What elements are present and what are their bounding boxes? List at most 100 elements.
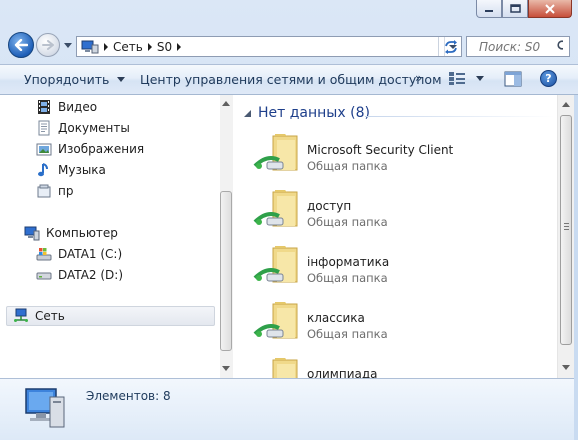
details-pane: Элементов: 8 [0,378,574,440]
nav-item-music[interactable]: Музыка [36,160,106,180]
nav-item-label: Изображения [58,142,145,156]
arrow-right-icon [42,40,54,50]
close-icon [545,3,555,14]
nav-item-label: DATA1 (C:) [58,247,123,261]
maximize-icon [509,4,521,13]
caption-buttons [476,0,572,20]
search-box[interactable] [466,36,570,57]
list-item[interactable]: доступ Общая папка [253,188,543,242]
nav-item-documents[interactable]: Документы [36,118,130,138]
nav-item-drive-d[interactable]: DATA2 (D:) [36,265,123,285]
network-icon [81,40,99,53]
drive-icon [36,267,52,283]
group-divider [365,116,555,117]
minimize-button[interactable] [476,0,502,18]
shared-folder-icon [253,134,298,171]
list-item[interactable]: інформатика Общая папка [253,244,543,298]
recent-pages-icon[interactable] [63,40,73,50]
close-button[interactable] [528,0,572,18]
nav-item-video[interactable]: Видео [36,97,97,117]
refresh-button[interactable] [438,37,463,56]
command-bar: Упорядочить Центр управления сетями и об… [0,64,578,95]
breadcrumb-network[interactable]: Сеть [113,40,143,54]
help-button[interactable]: ? [540,70,557,87]
preview-pane-icon [504,71,522,87]
back-button[interactable] [8,32,34,58]
search-input[interactable] [477,38,557,55]
collapse-triangle-icon [244,109,251,117]
view-options-icon [449,72,465,85]
item-name: інформатика [307,255,390,269]
grip-icon [564,223,569,231]
file-list: Нет данных (8) Microsoft Security Client… [235,95,557,378]
arrow-left-icon [14,39,28,51]
network-center-button[interactable]: Центр управления сетями и общим доступом [140,72,442,87]
list-item[interactable]: олимпиада Общая папка [253,356,543,378]
group-title: Нет данных (8) [258,105,370,121]
refresh-icon [445,39,457,54]
explorer-window: Сеть S0 Поиск: S0 Упорядочить Центр упра… [0,0,578,440]
system-drive-icon [36,246,52,262]
breadcrumb-separator-icon[interactable] [143,38,157,56]
item-type: Общая папка [307,271,388,285]
scroll-down-icon[interactable] [220,361,232,375]
scroll-up-icon[interactable] [220,96,232,110]
item-name: олимпиада [307,367,378,378]
group-header[interactable]: Нет данных (8) [243,105,370,121]
change-view-button[interactable] [448,71,484,85]
library-icon [36,183,52,199]
shared-folder-icon [253,246,298,283]
network-center-label: Центр управления сетями и общим доступом [140,72,442,87]
shared-folder-icon [253,302,298,339]
item-name: классика [307,311,365,325]
minimize-icon [485,9,493,12]
preview-pane-button[interactable] [504,71,522,90]
shared-folder-icon [272,358,298,378]
documents-icon [36,120,52,136]
list-item[interactable]: Microsoft Security Client Общая папка [253,132,543,186]
shared-folder-icon [253,190,298,227]
file-list-scrollbar[interactable] [557,95,574,378]
nav-item-label: Музыка [58,163,106,177]
organize-label: Упорядочить [24,72,110,87]
item-name: Microsoft Security Client [307,143,454,157]
chevron-down-icon [476,75,484,81]
item-type: Общая папка [307,159,388,173]
computer-icon [24,225,40,241]
navigation-pane: Видео Документы Изображения Музыка пр Ко… [0,95,218,378]
scrollbar-thumb[interactable] [220,191,232,351]
item-name: доступ [307,199,352,213]
nav-item-label: Сеть [35,309,65,323]
organize-button[interactable]: Упорядочить [24,72,126,87]
music-icon [36,162,52,178]
scroll-up-icon[interactable] [561,98,571,110]
nav-item-label: DATA2 (D:) [58,268,124,282]
search-icon[interactable] [557,40,563,53]
more-commands-button[interactable]: » [415,71,422,85]
navigation-scrollbar[interactable] [218,95,235,378]
scrollbar-thumb[interactable] [560,115,572,345]
nav-item-label: пр [58,184,74,198]
nav-item-computer[interactable]: Компьютер [24,223,118,243]
chevron-down-icon [117,77,126,82]
nav-item-pr[interactable]: пр [36,181,73,201]
window-frame [574,95,578,440]
breadcrumb-separator-icon[interactable] [99,38,113,56]
network-icon [13,308,29,324]
scroll-down-icon[interactable] [561,361,571,373]
video-icon [36,99,52,115]
item-count: Элементов: 8 [86,389,171,403]
network-computer-icon [25,388,65,428]
nav-item-pictures[interactable]: Изображения [36,139,144,159]
maximize-button[interactable] [502,0,528,18]
item-type: Общая папка [307,215,388,229]
forward-button[interactable] [36,33,60,57]
address-bar[interactable]: Сеть S0 [76,36,462,57]
list-item[interactable]: классика Общая папка [253,300,543,354]
item-type: Общая папка [307,327,388,341]
nav-item-label: Видео [58,100,98,114]
nav-item-drive-c[interactable]: DATA1 (C:) [36,244,122,264]
breadcrumb-separator-icon[interactable] [172,38,186,56]
nav-item-network[interactable]: Сеть [6,306,215,326]
breadcrumb-s0[interactable]: S0 [157,40,172,54]
